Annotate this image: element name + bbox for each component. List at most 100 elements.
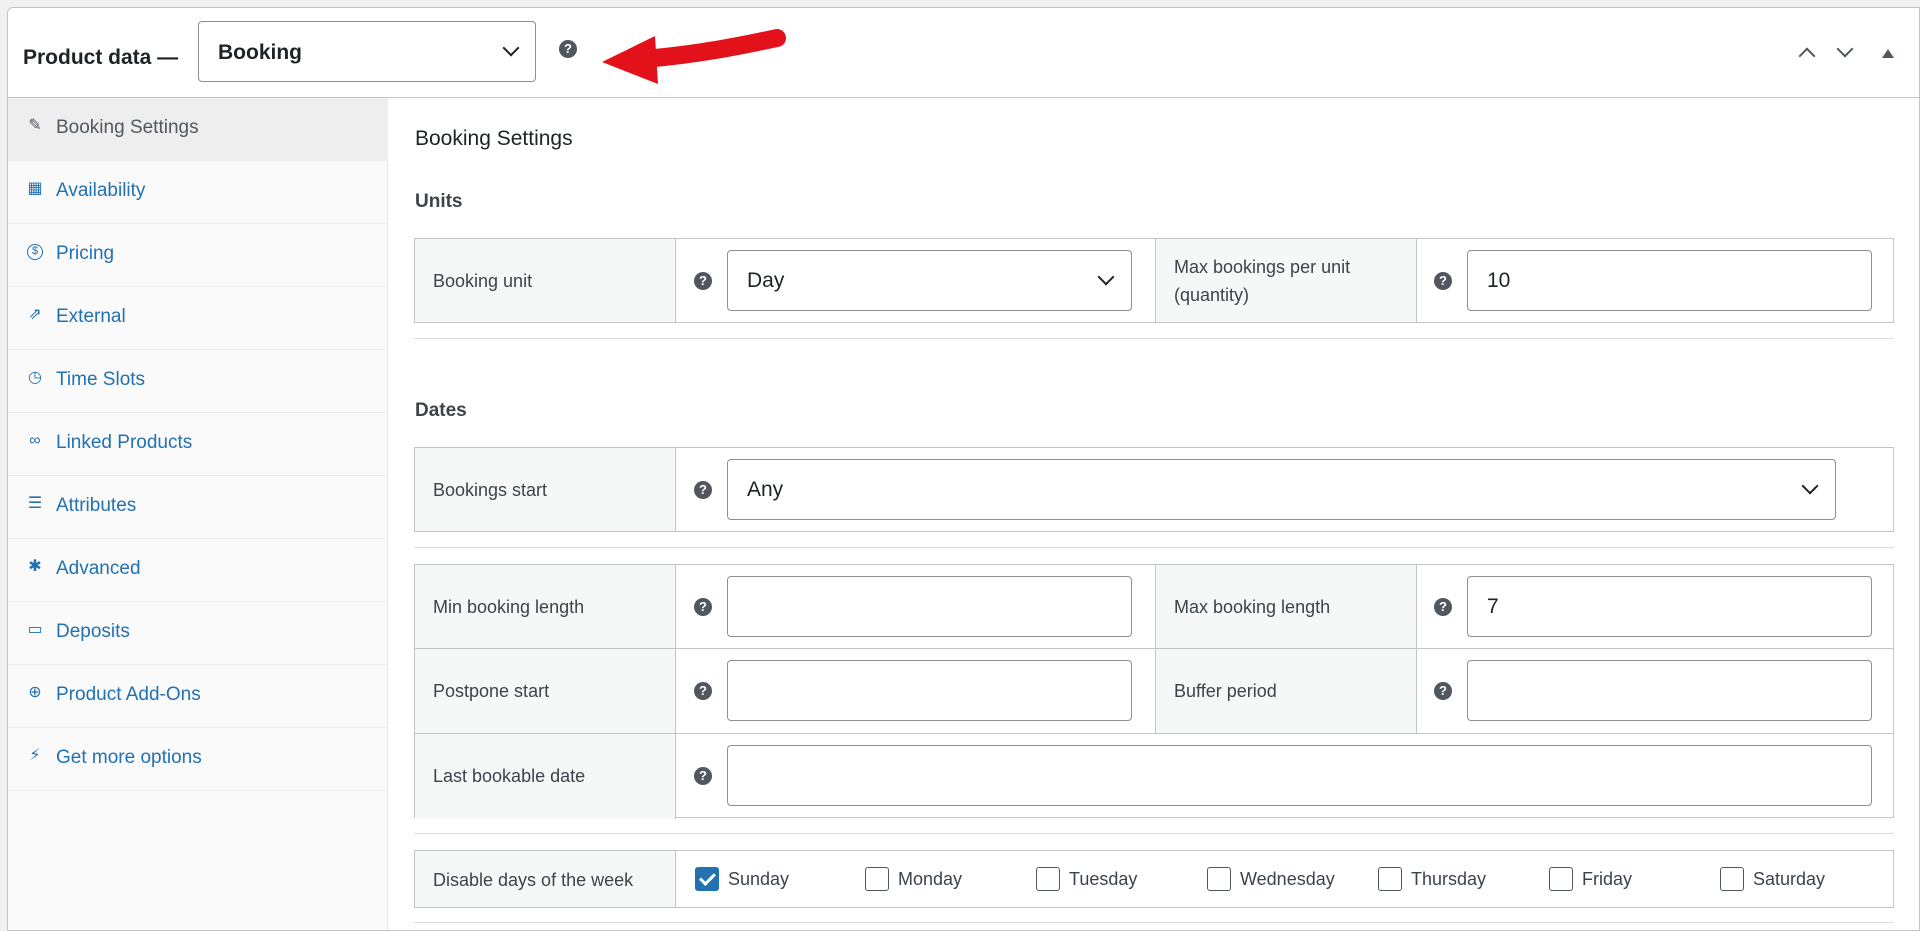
wednesday-checkbox[interactable] — [1207, 867, 1231, 891]
link-icon: ∞ — [29, 432, 41, 449]
tab-linked-products[interactable]: ∞ Linked Products — [8, 413, 388, 476]
divider — [414, 922, 1894, 923]
monday-checkbox[interactable] — [865, 867, 889, 891]
tab-time-slots[interactable]: ◷ Time Slots — [8, 350, 388, 413]
help-icon[interactable]: ? — [694, 682, 712, 700]
tab-attributes[interactable]: ☰ Attributes — [8, 476, 388, 539]
tab-booking-settings[interactable]: ✎ Booking Settings — [8, 98, 388, 161]
tab-pricing[interactable]: $ Pricing — [8, 224, 388, 287]
tab-label: Linked Products — [56, 432, 193, 453]
tab-label: Pricing — [56, 243, 115, 264]
min-length-input[interactable] — [727, 576, 1132, 637]
gear-icon: ✱ — [28, 558, 42, 575]
booking-unit-label: Booking unit — [433, 271, 533, 291]
tab-label: Advanced — [56, 558, 141, 579]
tab-label: Product Add-Ons — [56, 684, 201, 705]
thursday-label: Thursday — [1411, 869, 1487, 889]
booking-length-fields: Min booking length ? Max booking length … — [414, 564, 1894, 819]
disable-days-field: Disable days of the week Sunday Monday T… — [414, 850, 1894, 908]
help-icon[interactable]: ? — [1434, 682, 1452, 700]
last-date-input[interactable] — [727, 745, 1872, 806]
booking-unit-value: Day — [747, 269, 785, 292]
tab-advanced[interactable]: ✱ Advanced — [8, 539, 388, 602]
help-icon[interactable]: ? — [1434, 598, 1452, 616]
dollar-icon: $ — [27, 244, 43, 260]
saturday-label: Saturday — [1753, 869, 1826, 889]
help-icon[interactable]: ? — [694, 767, 712, 785]
toggle-panel-button[interactable] — [1882, 49, 1894, 58]
tab-external[interactable]: ⇗ External — [8, 287, 388, 350]
buffer-label-cell: Buffer period — [1155, 649, 1417, 733]
min-length-label-cell: Min booking length — [415, 565, 676, 648]
section-title: Booking Settings — [415, 127, 573, 150]
card-icon: ▭ — [27, 621, 43, 638]
max-length-label-cell: Max booking length — [1155, 565, 1417, 648]
booking-length-row: Min booking length ? Max booking length … — [415, 565, 1893, 649]
product-data-panel: Product data — Booking ? ✎ Booking Setti… — [7, 7, 1920, 931]
disable-days-label-cell: Disable days of the week — [415, 851, 676, 907]
max-bookings-input[interactable]: 10 — [1467, 250, 1872, 311]
tuesday-checkbox[interactable] — [1036, 867, 1060, 891]
postpone-row: Postpone start ? Buffer period ? — [415, 649, 1893, 734]
max-bookings-label-2: (quantity) — [1174, 285, 1250, 305]
units-heading: Units — [415, 191, 463, 212]
bookings-start-label: Bookings start — [433, 480, 548, 500]
booking-unit-label-cell: Booking unit — [415, 239, 676, 322]
divider — [414, 547, 1894, 548]
monday-label: Monday — [898, 869, 963, 889]
bookings-start-field: Bookings start ? Any — [414, 447, 1894, 532]
min-length-label: Min booking length — [433, 597, 585, 617]
bookings-start-select[interactable]: Any — [727, 459, 1836, 520]
help-icon[interactable]: ? — [694, 598, 712, 616]
chevron-down-icon — [502, 39, 520, 57]
help-icon[interactable]: ? — [694, 481, 712, 499]
annotation-arrow-icon — [602, 29, 786, 84]
list-icon: ☰ — [27, 495, 43, 512]
max-length-input[interactable]: 7 — [1467, 576, 1872, 637]
postpone-label-cell: Postpone start — [415, 649, 676, 733]
help-icon[interactable]: ? — [559, 40, 577, 58]
dates-heading: Dates — [415, 400, 467, 421]
product-data-header: Product data — Booking ? — [8, 8, 1919, 98]
product-data-title: Product data — — [23, 46, 179, 69]
tab-label: Get more options — [56, 747, 202, 768]
thursday-checkbox[interactable] — [1378, 867, 1402, 891]
clock-icon: ◷ — [28, 369, 42, 386]
divider — [414, 338, 1894, 339]
last-date-label: Last bookable date — [433, 766, 586, 786]
buffer-input[interactable] — [1467, 660, 1872, 721]
product-data-tabs: ✎ Booking Settings ▦ Availability $ Pric… — [8, 98, 388, 930]
saturday-checkbox[interactable] — [1720, 867, 1744, 891]
friday-checkbox[interactable] — [1549, 867, 1573, 891]
postpone-label: Postpone start — [433, 681, 550, 701]
postpone-input[interactable] — [727, 660, 1132, 721]
max-bookings-label-cell: Max bookings per unit (quantity) — [1155, 239, 1417, 322]
tab-label: Attributes — [56, 495, 137, 516]
units-fields: Booking unit ? Day Max bookings per unit… — [414, 238, 1894, 323]
plus-circle-icon: ⊕ — [28, 684, 42, 701]
tab-deposits[interactable]: ▭ Deposits — [8, 602, 388, 665]
last-date-label-cell: Last bookable date — [415, 734, 676, 819]
tab-label: External — [56, 306, 126, 327]
move-down-button[interactable] — [1834, 40, 1856, 65]
max-bookings-label: Max bookings per unit — [1174, 257, 1351, 277]
booking-unit-select[interactable]: Day — [727, 250, 1132, 311]
divider — [414, 833, 1894, 834]
move-up-button[interactable] — [1796, 43, 1818, 65]
max-length-label: Max booking length — [1174, 597, 1331, 617]
plug-icon: ⚡ — [29, 747, 41, 764]
chevron-down-icon — [1097, 268, 1115, 286]
sunday-checkbox[interactable] — [695, 867, 719, 891]
help-icon[interactable]: ? — [694, 272, 712, 290]
last-date-row: Last bookable date ? — [415, 734, 1893, 819]
buffer-label: Buffer period — [1174, 681, 1277, 701]
tab-label: Booking Settings — [56, 117, 199, 138]
help-icon[interactable]: ? — [1434, 272, 1452, 290]
tab-availability[interactable]: ▦ Availability — [8, 161, 388, 224]
tab-get-more-options[interactable]: ⚡ Get more options — [8, 728, 388, 791]
wrench-icon: ✎ — [28, 117, 42, 134]
bookings-start-label-cell: Bookings start — [415, 448, 676, 531]
tab-label: Time Slots — [56, 369, 146, 390]
product-type-select[interactable]: Booking — [198, 21, 536, 82]
tab-product-add-ons[interactable]: ⊕ Product Add-Ons — [8, 665, 388, 728]
